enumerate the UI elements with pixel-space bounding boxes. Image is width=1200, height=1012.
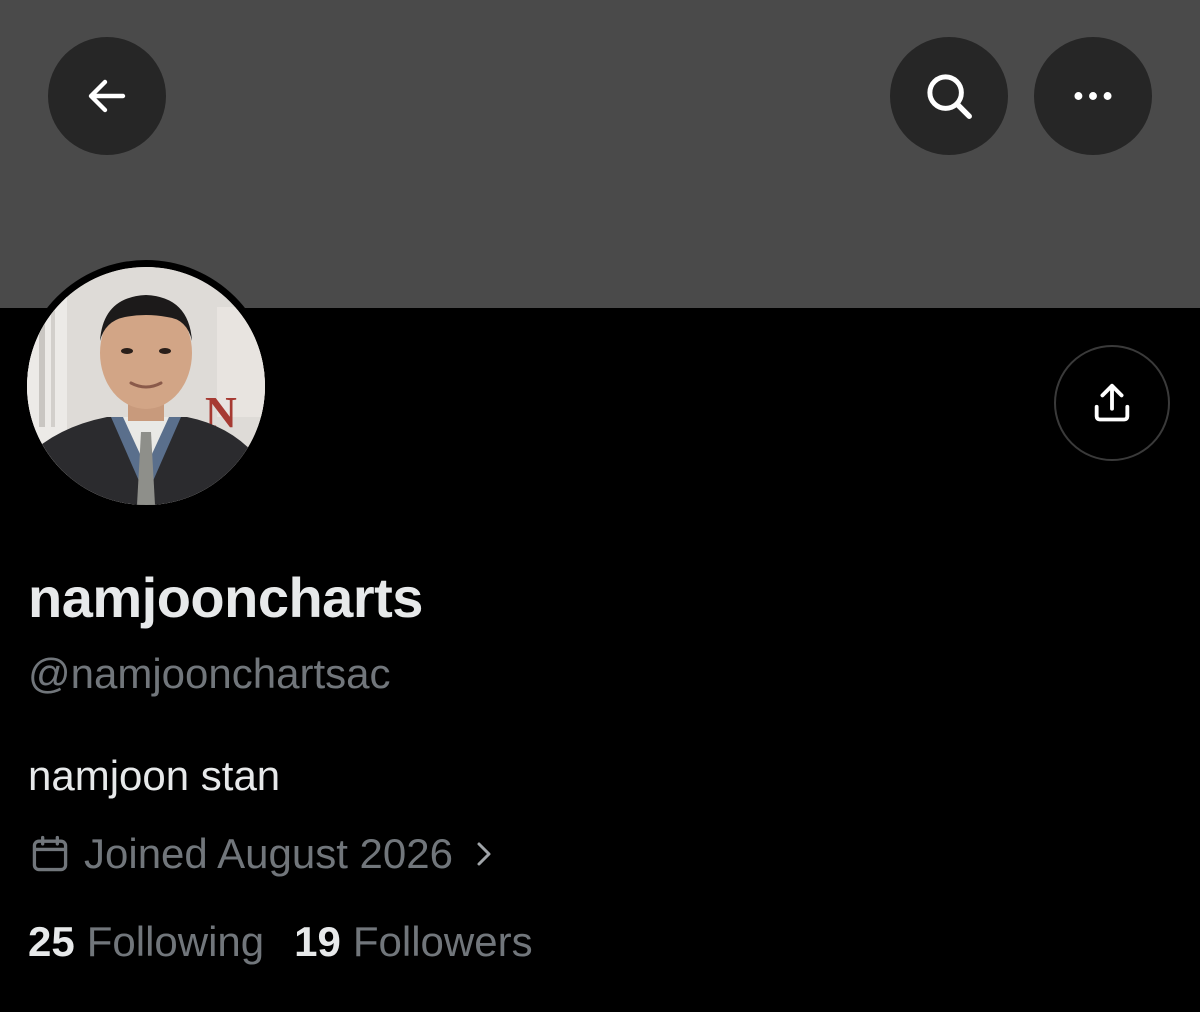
user-handle: @namjoonchartsac [28,650,391,697]
share-upload-icon [1094,383,1130,422]
followers-count: 19 [294,918,341,965]
joined-date-text: Joined August 2026 [84,830,453,877]
profile-bio: namjoon stan [28,752,281,799]
profile-banner[interactable] [0,0,1200,308]
search-button[interactable] [890,37,1008,155]
share-button[interactable] [1054,345,1170,461]
more-horizontal-icon [1074,92,1112,100]
followers-label: Followers [352,918,533,965]
search-icon [927,74,972,119]
chevron-right-icon [477,842,491,866]
avatar-photo: N [27,267,265,505]
following-count: 25 [28,918,75,965]
follow-counts: 25 Following 19 Followers [28,914,533,970]
calendar-icon [32,835,68,872]
avatar[interactable]: N [27,267,265,505]
more-options-button[interactable] [1034,37,1152,155]
followers-link[interactable]: 19 Followers [294,918,532,966]
following-label: Following [86,918,265,965]
joined-date-row[interactable]: Joined August 2026 [28,826,499,882]
avatar-ring: N [20,260,272,512]
following-link[interactable]: 25 Following [28,918,264,966]
profile-page: N namjooncharts @namjoonchartsac namjoon… [0,0,1200,1012]
back-button[interactable] [48,37,166,155]
arrow-left-icon [88,79,126,113]
display-name: namjooncharts [28,566,423,629]
